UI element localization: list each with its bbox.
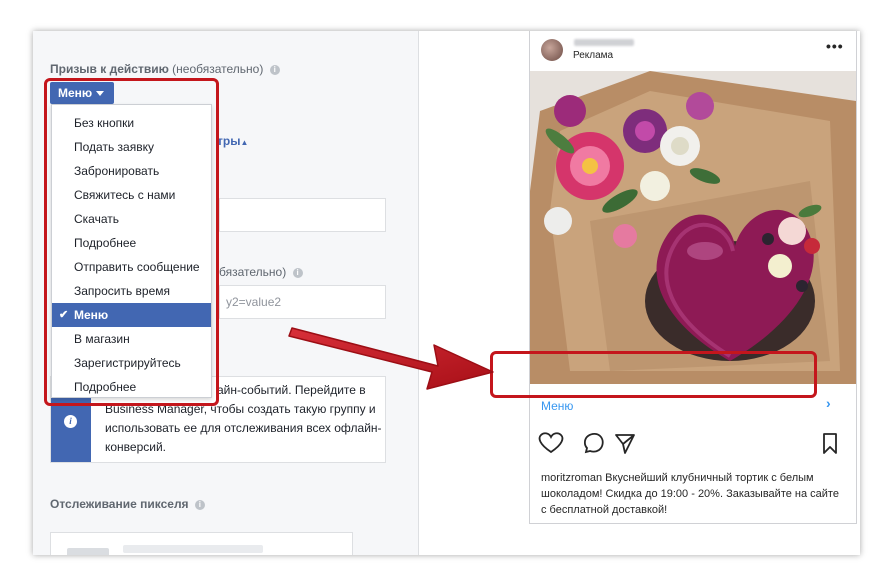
ad-preview-panel: Реклама ••• Меню › moritzroman Вкуснейши… bbox=[418, 31, 860, 555]
ad-editor-window: Призыв к действию (необязательно) i Меню… bbox=[33, 31, 860, 555]
info-icon: i bbox=[64, 415, 77, 428]
pixel-card[interactable] bbox=[50, 532, 353, 555]
cake-photo-illustration bbox=[530, 71, 856, 384]
bookmark-icon[interactable] bbox=[823, 433, 837, 454]
url-params-input[interactable]: y2=value2 bbox=[219, 285, 386, 319]
pixel-thumbnail bbox=[67, 548, 109, 555]
ad-caption: moritzroman Вкуснейший клубничный тортик… bbox=[541, 470, 843, 518]
cta-optional-label: (необязательно) bbox=[172, 62, 264, 76]
instagram-ad-preview: Реклама ••• Меню › moritzroman Вкуснейши… bbox=[529, 31, 857, 524]
advanced-options-link[interactable]: тры▲ bbox=[217, 134, 248, 148]
text-input[interactable] bbox=[219, 198, 386, 232]
screenshot-page: Призыв к действию (необязательно) i Меню… bbox=[0, 0, 892, 585]
ad-cta-text: Меню bbox=[541, 399, 574, 413]
ad-action-bar bbox=[530, 428, 856, 458]
ad-header: Реклама ••• bbox=[530, 31, 856, 68]
avatar bbox=[541, 39, 563, 61]
caret-up-icon: ▲ bbox=[240, 138, 249, 147]
info-icon[interactable]: i bbox=[269, 64, 280, 75]
share-icon[interactable] bbox=[615, 434, 635, 454]
ad-photo bbox=[530, 71, 856, 384]
heart-icon[interactable] bbox=[538, 432, 564, 454]
more-options-icon[interactable]: ••• bbox=[826, 38, 844, 54]
sponsored-label: Реклама bbox=[573, 50, 614, 61]
pixel-name bbox=[123, 545, 263, 553]
comment-icon[interactable] bbox=[583, 432, 604, 454]
pixel-tracking-label: Отслеживание пикселя i bbox=[50, 497, 205, 511]
caption-username[interactable]: moritzroman bbox=[541, 472, 602, 484]
ad-settings-panel: Призыв к действию (необязательно) i Меню… bbox=[33, 31, 418, 555]
highlight-box-preview-cta bbox=[490, 351, 817, 398]
info-icon[interactable]: i bbox=[194, 499, 205, 510]
ad-username-blurred bbox=[574, 39, 634, 46]
chevron-right-icon: › bbox=[826, 395, 831, 411]
cta-label: Призыв к действию (необязательно) i bbox=[50, 62, 280, 76]
info-icon[interactable]: i bbox=[292, 267, 303, 278]
highlight-box-dropdown bbox=[44, 78, 219, 406]
url-params-label: бязательно) i bbox=[219, 265, 303, 279]
